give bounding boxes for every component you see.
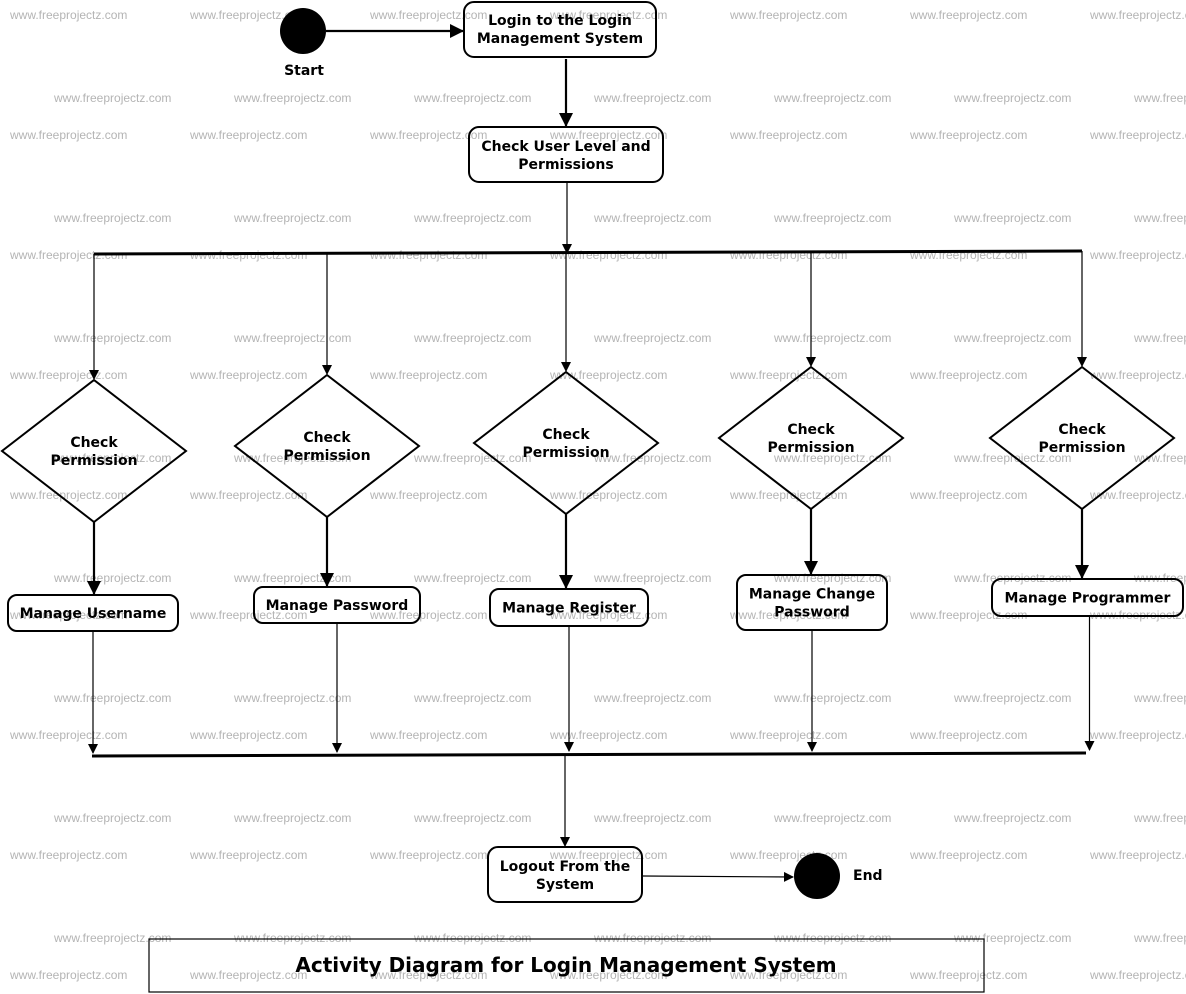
decision-label: Check (303, 430, 351, 446)
branch-1: Check Permission Manage Username (0, 254, 188, 754)
edge-logout-end (642, 871, 794, 882)
action-label: Manage Password (266, 598, 409, 614)
branch-4: Check Permission Manage Change Password (717, 252, 905, 752)
activity-login-line2: Management System (477, 31, 643, 47)
decision-label: Permission (50, 453, 137, 469)
decision-label: Permission (1038, 440, 1125, 456)
action-label: Manage Programmer (1005, 591, 1171, 607)
decision-node (233, 373, 421, 519)
diagram-title: Activity Diagram for Login Management Sy… (295, 953, 836, 977)
activity-logout-line1: Logout From the (500, 859, 631, 875)
activity-diagram: Start Login to the Login Management Syst… (0, 1, 1184, 993)
end-node (794, 853, 840, 899)
decision-label: Permission (522, 445, 609, 461)
end-label: End (853, 868, 883, 884)
decision-label: Permission (283, 448, 370, 464)
action-label: Manage Username (20, 606, 167, 622)
activity-login: Login to the Login Management System (463, 1, 657, 58)
start-label: Start (284, 63, 324, 79)
action-label: Password (774, 605, 849, 621)
decision-label: Check (1058, 422, 1106, 438)
action-label: Manage Register (502, 601, 636, 617)
activity-check-level-line2: Permissions (518, 157, 613, 173)
decision-label: Check (70, 435, 118, 451)
activity-check-user-level: Check User Level and Permissions (468, 126, 664, 183)
decision-node (988, 365, 1176, 511)
branch-2: Check Permission Manage Password (233, 254, 421, 753)
branch-5: Check Permission Manage Programmer (988, 251, 1184, 751)
fork-bar (93, 249, 1083, 256)
activity-logout: Logout From the System (487, 846, 643, 903)
start-node (280, 8, 326, 54)
diagram-title-box: Activity Diagram for Login Management Sy… (148, 938, 985, 993)
action-node (736, 574, 888, 631)
decision-node (0, 378, 188, 524)
activity-logout-line2: System (536, 877, 594, 893)
join-bar (91, 751, 1087, 758)
decision-node (717, 365, 905, 511)
decision-label: Permission (767, 440, 854, 456)
action-label: Manage Change (749, 587, 875, 603)
activity-login-line1: Login to the Login (488, 13, 632, 29)
branch-3: Check Permission Manage Register (472, 253, 660, 752)
decision-node (472, 370, 660, 516)
activity-check-level-line1: Check User Level and (481, 139, 650, 155)
decision-label: Check (542, 427, 590, 443)
decision-label: Check (787, 422, 835, 438)
